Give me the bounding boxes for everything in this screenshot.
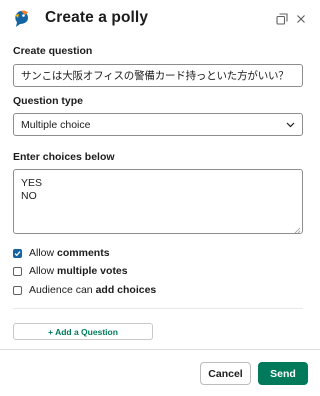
audience-add-choices-option[interactable]: Audience can add choices <box>13 283 156 297</box>
resize-grip-icon[interactable] <box>294 225 301 234</box>
chevron-down-icon <box>285 120 295 130</box>
add-question-button[interactable]: + Add a Question <box>13 323 153 340</box>
allow-comments-option[interactable]: Allow comments <box>13 246 110 260</box>
question-input[interactable]: サンこは大阪オフィスの警備カード持っといた方がいい？ <box>13 64 303 87</box>
choices-textarea[interactable]: YES NO <box>13 169 303 234</box>
question-label: Create question <box>13 45 93 57</box>
question-type-select[interactable]: Multiple choice <box>13 113 303 136</box>
polly-bird-icon <box>12 9 32 29</box>
footer-divider <box>0 349 320 350</box>
modal-header: Create a polly <box>0 0 320 38</box>
cancel-button[interactable]: Cancel <box>200 362 251 385</box>
create-polly-modal: Create a polly Create question サンこは大阪オフィ… <box>0 0 320 396</box>
allow-comments-checkbox[interactable] <box>13 248 22 258</box>
send-button[interactable]: Send <box>258 362 308 385</box>
allow-multiple-votes-label: Allow multiple votes <box>29 265 128 277</box>
popout-icon[interactable] <box>274 11 290 27</box>
allow-multiple-votes-checkbox[interactable] <box>13 266 22 276</box>
question-type-value: Multiple choice <box>21 118 91 131</box>
choice-line: NO <box>21 190 37 202</box>
choice-line: YES <box>21 177 43 189</box>
allow-comments-label: Allow comments <box>29 247 110 259</box>
question-type-label: Question type <box>13 95 84 107</box>
audience-add-choices-checkbox[interactable] <box>13 285 22 295</box>
allow-multiple-votes-option[interactable]: Allow multiple votes <box>13 264 128 278</box>
divider <box>13 308 303 309</box>
choices-label: Enter choices below <box>13 151 115 163</box>
audience-add-choices-label: Audience can add choices <box>29 284 157 296</box>
modal-title: Create a polly <box>45 9 149 26</box>
close-icon[interactable] <box>293 11 309 27</box>
